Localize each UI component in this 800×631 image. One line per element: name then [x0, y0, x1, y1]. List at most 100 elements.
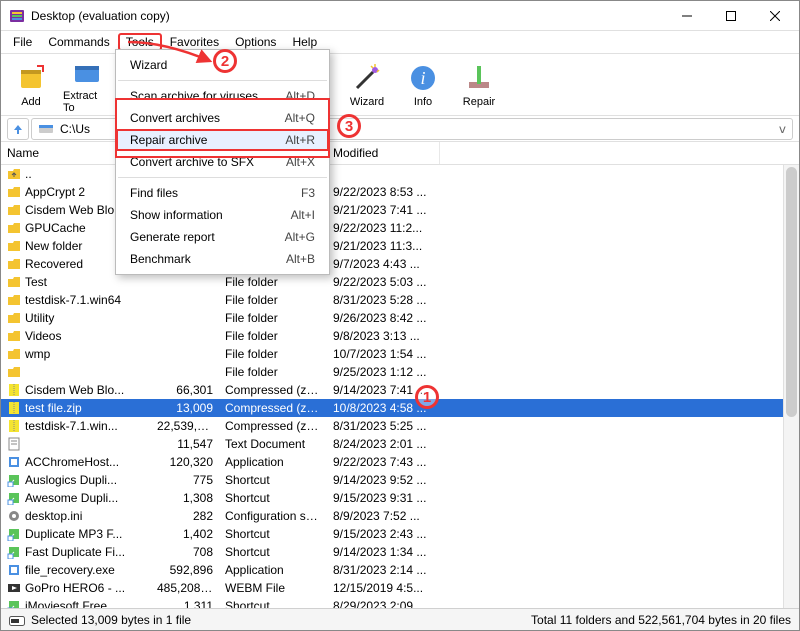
file-row[interactable]: test file.zip13,009Compressed (zipp...10… [1, 399, 799, 417]
ini-icon [7, 509, 21, 523]
folder-icon [7, 347, 21, 361]
file-size: 282 [151, 509, 219, 523]
file-name: New folder [25, 239, 82, 253]
menu-item-generate-report[interactable]: Generate reportAlt+G [116, 226, 329, 248]
toolbar-wizard-button[interactable]: Wizard [343, 62, 391, 108]
file-name: Cisdem Web Blo... [25, 203, 124, 217]
menu-file[interactable]: File [5, 33, 40, 51]
file-row[interactable]: iMoviesoft Free ...1,311Shortcut8/29/202… [1, 597, 799, 608]
file-size: 1,308 [151, 491, 219, 505]
file-type: File folder [219, 365, 327, 379]
annotation-1: 1 [415, 385, 439, 409]
file-modified: 9/21/2023 11:3... [327, 239, 440, 253]
file-type: Compressed (zipp... [219, 383, 327, 397]
file-modified: 9/8/2023 3:13 ... [327, 329, 440, 343]
folder-icon [7, 365, 21, 379]
menu-item-find-files[interactable]: Find filesF3 [116, 182, 329, 204]
file-type: Shortcut [219, 491, 327, 505]
video-icon [7, 581, 21, 595]
menu-item-show-information[interactable]: Show informationAlt+I [116, 204, 329, 226]
app-icon [7, 455, 21, 469]
menu-separator [118, 177, 327, 178]
file-size: 13,009 [151, 401, 219, 415]
file-row[interactable]: UtilityFile folder9/26/2023 8:42 ... [1, 309, 799, 327]
file-row[interactable]: Auslogics Dupli...775Shortcut9/14/2023 9… [1, 471, 799, 489]
folder-icon [7, 329, 21, 343]
file-row[interactable]: GoPro HERO6 - ...485,208,595WEBM File12/… [1, 579, 799, 597]
file-modified: 8/31/2023 5:28 ... [327, 293, 440, 307]
file-type: Shortcut [219, 473, 327, 487]
file-type: Shortcut [219, 527, 327, 541]
toolbar-info-button[interactable]: iInfo [399, 62, 447, 108]
folder-icon [7, 275, 21, 289]
toolbar-repair-button[interactable]: Repair [455, 62, 503, 108]
file-row[interactable]: TestFile folder9/22/2023 5:03 ... [1, 273, 799, 291]
minimize-button[interactable] [665, 2, 709, 30]
extract-icon [71, 56, 103, 88]
toolbar-extract-button[interactable]: Extract To [63, 56, 111, 114]
file-modified: 9/15/2023 2:43 ... [327, 527, 440, 541]
file-name: testdisk-7.1.win64 [25, 293, 121, 307]
up-button[interactable] [7, 118, 29, 140]
folder-icon [7, 311, 21, 325]
file-name: Duplicate MP3 F... [25, 527, 122, 541]
file-row[interactable]: Awesome Dupli... 1,308Shortcut9/15/2023 9… [1, 489, 799, 507]
scrollbar-thumb[interactable] [786, 167, 797, 417]
file-modified: 8/24/2023 2:01 ... [327, 437, 440, 451]
maximize-button[interactable] [709, 2, 753, 30]
file-modified: 9/14/2023 9:52 ... [327, 473, 440, 487]
file-row[interactable]: testdisk-7.1.win...22,539,799Compressed … [1, 417, 799, 435]
menu-item-repair-archive[interactable]: Repair archiveAlt+R [116, 129, 329, 151]
file-row[interactable]: Fast Duplicate Fi...708Shortcut9/14/2023… [1, 543, 799, 561]
file-modified: 8/31/2023 5:25 ... [327, 419, 440, 433]
file-modified: 9/22/2023 5:03 ... [327, 275, 440, 289]
menu-commands[interactable]: Commands [40, 33, 117, 51]
file-row[interactable]: ACChromeHost...120,320Application9/22/20… [1, 453, 799, 471]
file-type: Compressed (zipp... [219, 419, 327, 433]
toolbar-add-button[interactable]: Add [7, 62, 55, 108]
close-button[interactable] [753, 2, 797, 30]
file-row[interactable]: file_recovery.exe592,896Application8/31/… [1, 561, 799, 579]
file-row[interactable]: VideosFile folder9/8/2023 3:13 ... [1, 327, 799, 345]
window-title: Desktop (evaluation copy) [31, 9, 665, 23]
file-name: iMoviesoft Free ... [25, 599, 120, 608]
file-row[interactable]: 11,547Text Document8/24/2023 2:01 ... [1, 435, 799, 453]
folder-icon [7, 203, 21, 217]
file-row[interactable]: testdisk-7.1.win64File folder8/31/2023 5… [1, 291, 799, 309]
drive-icon [38, 121, 54, 137]
menu-item-scan-archive-for-viruses[interactable]: Scan archive for virusesAlt+D [116, 85, 329, 107]
file-modified: 12/15/2019 4:5... [327, 581, 440, 595]
file-modified: 9/22/2023 8:53 ... [327, 185, 440, 199]
shortcut-icon [7, 599, 21, 608]
file-modified: 8/29/2023 2:09 ... [327, 599, 440, 608]
column-modified[interactable]: Modified [327, 142, 440, 164]
file-row[interactable]: wmpFile folder10/7/2023 1:54 ... [1, 345, 799, 363]
file-size: 1,402 [151, 527, 219, 541]
file-row[interactable]: desktop.ini282Configuration setti...8/9/… [1, 507, 799, 525]
menu-item-convert-archives[interactable]: Convert archivesAlt+Q [116, 107, 329, 129]
shortcut-icon [7, 527, 21, 541]
status-total: Total 11 folders and 522,561,704 bytes i… [531, 613, 791, 627]
file-row[interactable]: Cisdem Web Blo...66,301Compressed (zipp.… [1, 381, 799, 399]
file-name: testdisk-7.1.win... [25, 419, 118, 433]
file-name: file_recovery.exe [25, 563, 115, 577]
file-row[interactable]: Duplicate MP3 F... 1,402Shortcut9/15/2023… [1, 525, 799, 543]
scrollbar[interactable] [783, 165, 799, 608]
file-row[interactable]: File folder9/25/2023 1:12 ... [1, 363, 799, 381]
app-icon [7, 563, 21, 577]
file-name: Awesome Dupli... [25, 491, 118, 505]
file-name: desktop.ini [25, 509, 82, 523]
app-window: Desktop (evaluation copy) FileCommands To… [0, 0, 800, 631]
file-size: 120,320 [151, 455, 219, 469]
file-modified: 9/15/2023 9:31 ... [327, 491, 440, 505]
file-type: File folder [219, 329, 327, 343]
file-modified: 9/22/2023 11:2... [327, 221, 440, 235]
file-name: GoPro HERO6 - ... [25, 581, 125, 595]
menu-item-benchmark[interactable]: BenchmarkAlt+B [116, 248, 329, 270]
file-name: Recovered [25, 257, 83, 271]
shortcut-icon [7, 491, 21, 505]
zip-icon [7, 401, 21, 415]
file-type: Shortcut [219, 545, 327, 559]
file-name: Cisdem Web Blo... [25, 383, 124, 397]
menu-item-convert-archive-to-sfx[interactable]: Convert archive to SFXAlt+X [116, 151, 329, 173]
